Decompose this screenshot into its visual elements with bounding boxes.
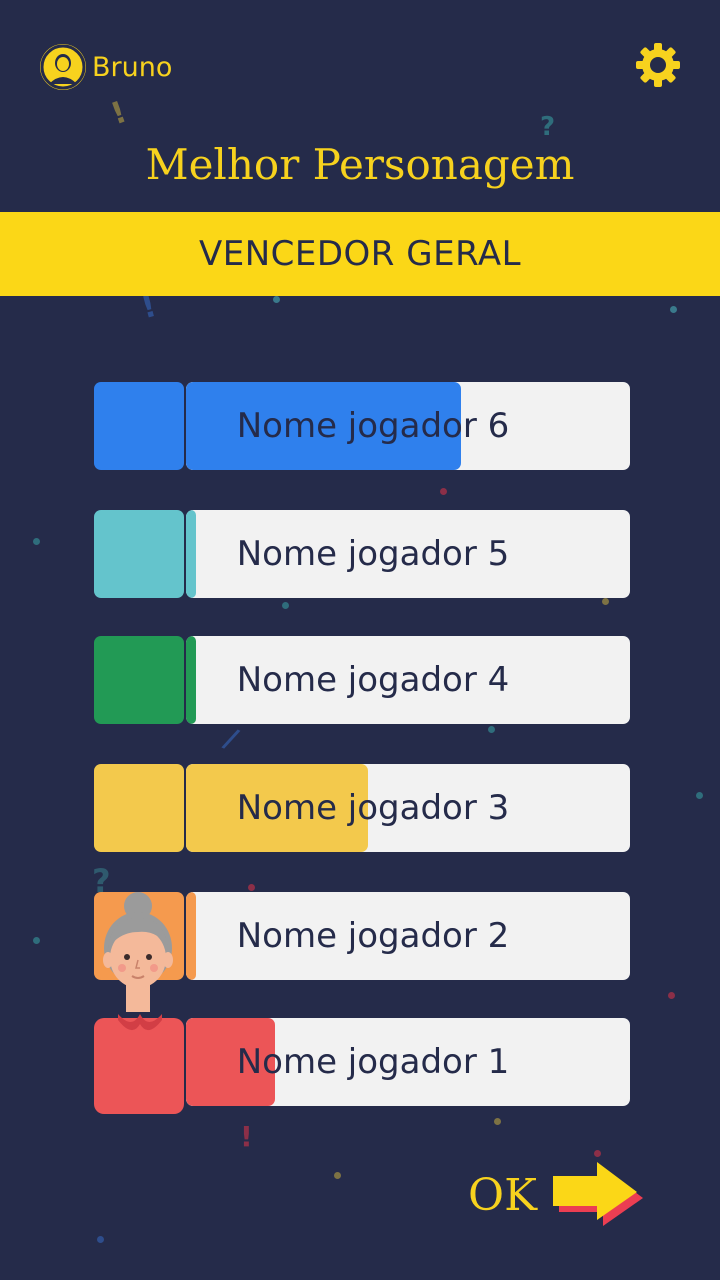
page-title: Melhor Personagem: [145, 140, 575, 189]
player-color-swatch: [94, 382, 184, 470]
player-name: Nome jogador 6: [236, 406, 510, 446]
player-color-swatch: [94, 764, 184, 852]
ok-label: OK: [468, 1169, 537, 1221]
player-color-swatch: [94, 636, 184, 724]
player-row[interactable]: Nome jogador 6: [94, 382, 630, 470]
user-profile[interactable]: Bruno: [40, 44, 172, 90]
ok-button[interactable]: OK: [468, 1160, 647, 1230]
winner-banner: VENCEDOR GERAL: [0, 212, 720, 296]
character-illustration: [92, 890, 192, 1120]
player-name: Nome jogador 5: [236, 534, 510, 574]
gear-icon: [636, 43, 680, 87]
player-name: Nome jogador 4: [236, 660, 510, 700]
arrow-right-icon: [552, 1162, 643, 1226]
player-name: Nome jogador 3: [236, 788, 510, 828]
user-name: Bruno: [92, 51, 173, 83]
player-name: Nome jogador 1: [236, 1042, 510, 1082]
banner-label: VENCEDOR GERAL: [198, 234, 522, 274]
avatar-icon: [40, 44, 86, 90]
player-color-swatch: [94, 510, 184, 598]
settings-button[interactable]: [633, 40, 683, 90]
player-row[interactable]: Nome jogador 4: [94, 636, 630, 724]
player-row[interactable]: Nome jogador 5: [94, 510, 630, 598]
player-name: Nome jogador 2: [236, 916, 510, 956]
player-row[interactable]: Nome jogador 3: [94, 764, 630, 852]
